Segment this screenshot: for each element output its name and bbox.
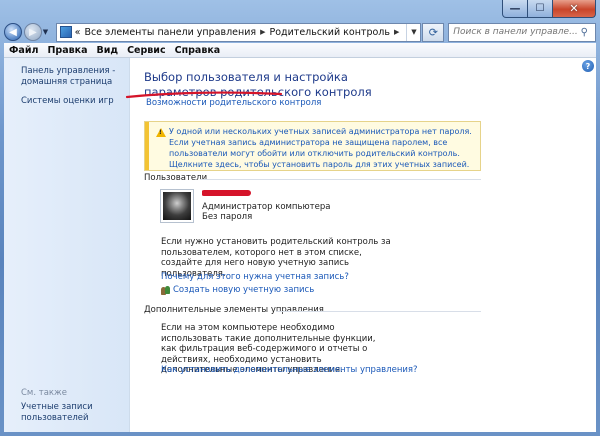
recent-pages-dropdown[interactable]: ▼ xyxy=(43,28,53,36)
refresh-icon: ⟳ xyxy=(428,25,438,39)
address-bar[interactable]: « Все элементы панели управления ▶ Родит… xyxy=(55,22,422,42)
help-button[interactable]: ? xyxy=(582,60,594,72)
sidebar-link-control-panel-home[interactable]: Панель управления - домашняя страница xyxy=(21,66,115,88)
warning-text-link[interactable]: У одной или нескольких учетных записей а… xyxy=(169,126,477,170)
extra-controls-link[interactable]: Как установить дополнительные элементы у… xyxy=(161,365,418,375)
sidebar-link-user-accounts[interactable]: Учетные записи пользователей xyxy=(21,402,93,424)
search-input[interactable] xyxy=(453,27,578,37)
search-box[interactable]: ⚲ xyxy=(448,22,596,42)
users-icon xyxy=(161,285,171,295)
users-heading: Пользователи xyxy=(144,173,208,183)
question-icon: ? xyxy=(585,61,591,71)
breadcrumb-all-items[interactable]: Все элементы панели управления xyxy=(84,27,256,38)
why-account-link[interactable]: Почему для этого нужна учетная запись? xyxy=(161,272,349,282)
extra-controls-divider xyxy=(276,311,481,312)
create-account-row[interactable]: Создать новую учетную запись xyxy=(161,285,314,295)
extra-controls-heading: Дополнительные элементы управления xyxy=(144,305,324,315)
menu-edit[interactable]: Правка xyxy=(47,45,87,56)
chevron-down-icon: ▼ xyxy=(411,28,417,36)
forward-arrow-icon: ▶ xyxy=(28,26,37,38)
back-button[interactable]: ◀ xyxy=(4,23,22,41)
sidebar-link-game-ratings[interactable]: Системы оценки игр xyxy=(21,96,114,107)
avatar xyxy=(163,192,191,220)
breadcrumb-separator-icon[interactable]: ▶ xyxy=(394,28,399,36)
no-password-warning[interactable]: У одной или нескольких учетных записей а… xyxy=(144,121,481,171)
sidebar: Панель управления - домашняя страница Си… xyxy=(4,58,130,432)
breadcrumb-parental-controls[interactable]: Родительский контроль xyxy=(270,27,390,38)
menu-tools[interactable]: Сервис xyxy=(127,45,166,56)
warning-icon xyxy=(156,128,166,137)
close-button[interactable]: ✕ xyxy=(553,0,596,18)
search-icon[interactable]: ⚲ xyxy=(577,27,591,38)
address-root-chevron[interactable]: « xyxy=(75,27,81,38)
user-password-status: Без пароля xyxy=(202,212,253,222)
maximize-icon: ☐ xyxy=(535,2,545,14)
navigation-bar: ◀ ▶ ▼ « Все элементы панели управления ▶… xyxy=(4,21,596,43)
create-account-link[interactable]: Создать новую учетную запись xyxy=(173,285,314,295)
menu-help[interactable]: Справка xyxy=(175,45,221,56)
window-frame: — ☐ ✕ ◀ ▶ ▼ « Все элементы панели управл… xyxy=(0,0,600,436)
warning-stripe xyxy=(145,122,149,170)
control-panel-icon xyxy=(59,26,72,38)
user-avatar-tile[interactable] xyxy=(160,189,194,223)
address-dropdown-button[interactable]: ▼ xyxy=(406,23,420,41)
menu-view[interactable]: Вид xyxy=(97,45,119,56)
back-arrow-icon: ◀ xyxy=(9,26,17,38)
close-icon: ✕ xyxy=(569,2,579,15)
breadcrumb-separator-icon[interactable]: ▶ xyxy=(260,28,265,36)
minimize-button[interactable]: — xyxy=(502,0,528,18)
capabilities-link[interactable]: Возможности родительского контроля xyxy=(146,98,321,108)
user-role: Администратор компьютера xyxy=(202,202,331,212)
window-content: Панель управления - домашняя страница Си… xyxy=(4,58,596,432)
forward-button[interactable]: ▶ xyxy=(23,23,42,41)
user-details: Администратор компьютера Без пароля xyxy=(202,202,330,222)
users-divider xyxy=(200,179,481,180)
chevron-down-icon: ▼ xyxy=(42,28,49,36)
menu-bar: Файл Правка Вид Сервис Справка xyxy=(4,43,596,58)
minimize-icon: — xyxy=(509,2,521,15)
refresh-button[interactable]: ⟳ xyxy=(422,22,445,42)
caption-buttons: — ☐ ✕ xyxy=(502,0,596,18)
see-also-heading: См. также xyxy=(21,388,67,398)
menu-file[interactable]: Файл xyxy=(9,45,38,56)
maximize-button[interactable]: ☐ xyxy=(528,0,553,18)
redacted-username-scribble xyxy=(202,190,251,196)
main-content: ? Выбор пользователя и настройка парамет… xyxy=(126,58,596,432)
